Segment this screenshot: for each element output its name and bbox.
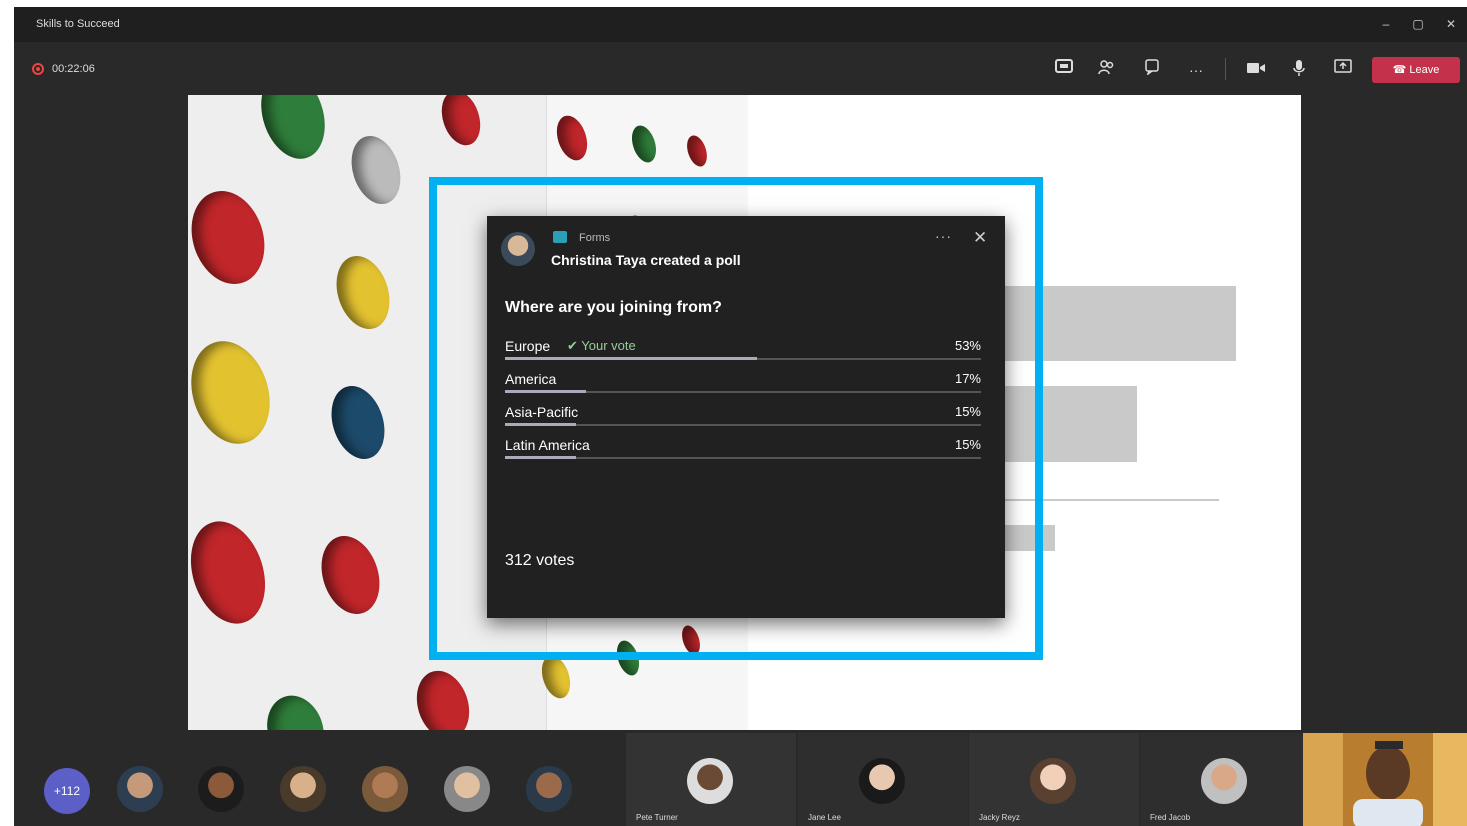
poll-option-percent: 15%: [954, 404, 981, 419]
poll-option-label: Latin America: [505, 437, 590, 453]
participant-name: Fred Jacob: [1150, 813, 1191, 822]
poll-option-fill: [505, 423, 577, 426]
maximize-button[interactable]: ▢: [1401, 13, 1435, 35]
participant-avatar: [1201, 758, 1247, 804]
participant-tile[interactable]: Fred Jacob: [1140, 733, 1310, 826]
creator-avatar: [501, 232, 535, 266]
poll-option-latin-america[interactable]: Latin America 15%: [505, 433, 981, 459]
poll-question: Where are you joining from?: [505, 299, 722, 316]
participant-avatar[interactable]: [526, 766, 572, 812]
close-window-button[interactable]: ✕: [1434, 13, 1467, 35]
poll-close-button[interactable]: ✕: [973, 228, 987, 248]
poll-option-label: America: [505, 371, 557, 387]
participant-avatar[interactable]: [280, 766, 326, 812]
leave-button[interactable]: ☎ Leave: [1372, 57, 1460, 83]
poll-option-europe[interactable]: Europe ✔ Your vote 53%: [505, 334, 981, 360]
meeting-timer: 00:22:06: [52, 63, 95, 75]
participant-avatar: [1030, 758, 1076, 804]
meeting-toolbar: 00:22:06 ··· ☎ Leave: [14, 42, 1467, 96]
photo-hole: [322, 379, 394, 466]
participant-tile[interactable]: Jane Lee: [798, 733, 968, 826]
poll-option-fill: [505, 390, 586, 393]
overflow-participants-badge[interactable]: +112: [44, 768, 90, 814]
forms-app-label: Forms: [579, 232, 611, 244]
poll-option-asia-pacific[interactable]: Asia-Pacific 15%: [505, 400, 981, 426]
poll-option-fill: [505, 357, 758, 360]
photo-hole: [408, 663, 478, 730]
participant-name: Jacky Reyz: [979, 813, 1020, 822]
photo-hole: [188, 511, 278, 634]
self-video-preview[interactable]: [1303, 733, 1467, 826]
poll-vote-count: 312 votes: [505, 552, 575, 569]
raise-hand-icon[interactable]: [1140, 59, 1164, 81]
more-options-icon[interactable]: ···: [1184, 59, 1208, 81]
window-title: Skills to Succeed: [36, 18, 120, 30]
participant-avatar[interactable]: [362, 766, 408, 812]
poll-option-percent: 53%: [954, 338, 981, 353]
poll-more-options-button[interactable]: ···: [935, 228, 952, 244]
poll-option-label: Europe: [505, 338, 551, 354]
your-vote-indicator: ✔ Your vote: [567, 338, 636, 354]
share-screen-icon[interactable]: [1331, 59, 1355, 81]
participant-avatar[interactable]: [198, 766, 244, 812]
poll-creator-text: Christina Taya created a poll: [551, 252, 741, 268]
photo-hole: [250, 95, 336, 168]
chat-icon[interactable]: [1052, 59, 1076, 81]
poll-option-fill: [505, 456, 577, 459]
poll-card[interactable]: Forms Christina Taya created a poll ··· …: [487, 216, 1005, 618]
microphone-icon[interactable]: [1287, 59, 1311, 81]
participant-avatar: [859, 758, 905, 804]
poll-option-label: Asia-Pacific: [505, 404, 579, 420]
leave-label: Leave: [1409, 64, 1440, 76]
participant-avatar: [687, 758, 733, 804]
participant-name: Jane Lee: [808, 813, 841, 822]
photo-hole: [258, 688, 333, 730]
participant-roster: +112 Pete Turner Jane Lee Jacky Reyz Fre…: [14, 730, 1467, 826]
poll-option-percent: 15%: [954, 437, 981, 452]
hang-up-icon: ☎: [1392, 64, 1410, 76]
minimize-button[interactable]: –: [1369, 13, 1403, 35]
photo-hole: [435, 95, 487, 151]
photo-hole: [343, 129, 409, 211]
participant-tile[interactable]: Pete Turner: [626, 733, 796, 826]
photo-hole: [188, 181, 276, 294]
photo-hole: [311, 528, 390, 622]
people-icon[interactable]: [1095, 59, 1119, 81]
your-vote-label: Your vote: [581, 338, 636, 353]
poll-option-track: [505, 424, 981, 426]
poll-option-percent: 17%: [954, 371, 981, 386]
forms-app-icon: [553, 231, 567, 243]
toolbar-divider: [1225, 58, 1226, 80]
title-bar: Skills to Succeed – ▢ ✕: [14, 7, 1467, 42]
participant-tile[interactable]: Jacky Reyz: [969, 733, 1139, 826]
participant-avatar[interactable]: [444, 766, 490, 812]
poll-option-america[interactable]: America 17%: [505, 367, 981, 393]
checkmark-icon: ✔: [567, 338, 578, 353]
photo-hole: [188, 330, 283, 455]
participant-avatar[interactable]: [117, 766, 163, 812]
recording-icon: [32, 63, 44, 75]
camera-icon[interactable]: [1244, 59, 1268, 81]
poll-option-track: [505, 457, 981, 459]
photo-hole: [327, 249, 399, 336]
participant-name: Pete Turner: [636, 813, 678, 822]
